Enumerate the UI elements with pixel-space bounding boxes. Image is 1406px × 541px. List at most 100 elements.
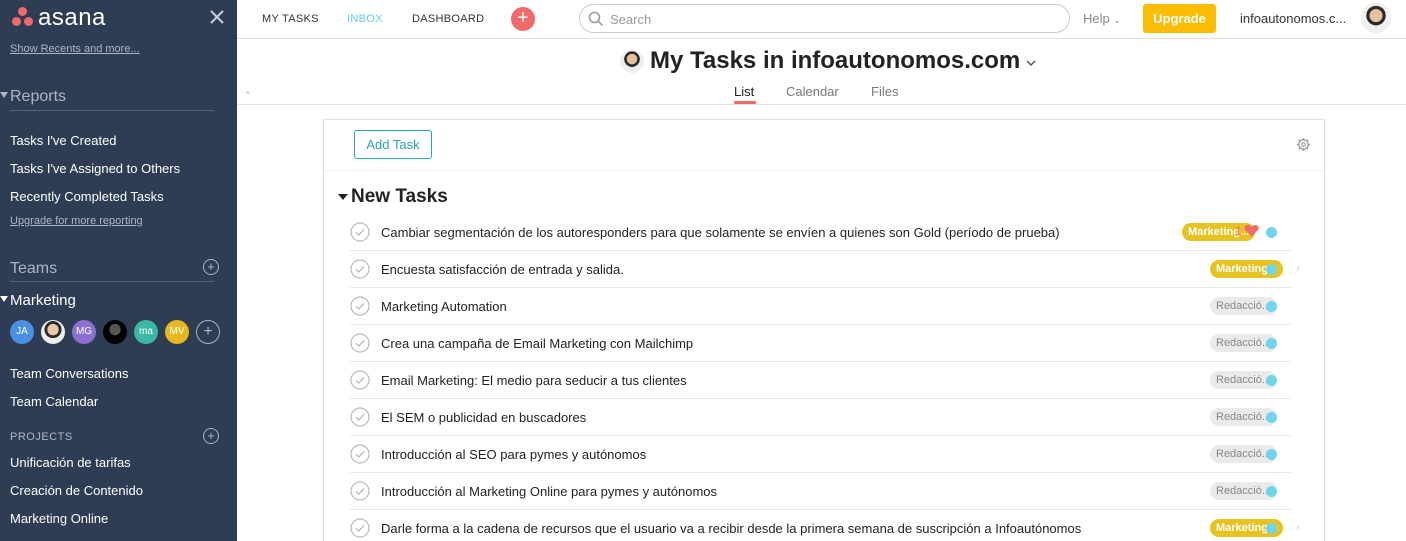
gear-icon[interactable] <box>1296 137 1311 152</box>
reports-heading[interactable]: Reports <box>10 88 66 106</box>
divider <box>10 281 214 282</box>
divider <box>10 110 214 111</box>
task-row[interactable]: Cambiar segmentación de los autoresponde… <box>350 214 1291 251</box>
project-item[interactable]: Unificación de tarifas <box>10 455 131 470</box>
task-name[interactable]: Introducción al Marketing Online para py… <box>381 484 717 499</box>
chevron-down-icon: ⌄ <box>1113 15 1121 25</box>
team-members: JA MG ma MV + <box>10 320 220 344</box>
task-row[interactable]: Email Marketing: El medio para seducir a… <box>350 362 1291 399</box>
chevron-right-icon[interactable]: › <box>1296 522 1300 534</box>
search-icon <box>588 11 604 27</box>
top-bar: MY TASKS INBOX DASHBOARD + Help ⌄ Upgrad… <box>237 0 1406 39</box>
project-color-dot <box>1266 375 1277 386</box>
complete-checkmark-icon[interactable] <box>350 518 370 538</box>
task-row[interactable]: Marketing Automation Redacció... <box>350 288 1291 325</box>
task-row[interactable]: Encuesta satisfacción de entrada y salid… <box>350 251 1300 288</box>
task-row[interactable]: Darle forma a la cadena de recursos que … <box>350 510 1300 541</box>
complete-checkmark-icon[interactable] <box>350 222 370 242</box>
reports-caret-icon[interactable] <box>0 92 8 98</box>
project-color-dot <box>1266 523 1277 534</box>
asana-logo-icon <box>10 7 36 29</box>
tab-list[interactable]: List <box>734 84 754 99</box>
upgrade-button[interactable]: Upgrade <box>1143 4 1216 33</box>
project-color-dot <box>1266 264 1277 275</box>
team-conversations-link[interactable]: Team Conversations <box>10 366 129 381</box>
page-title[interactable]: My Tasks in infoautonomos.com <box>650 47 1020 75</box>
complete-checkmark-icon[interactable] <box>350 296 370 316</box>
complete-checkmark-icon[interactable] <box>350 481 370 501</box>
nav-inbox[interactable]: INBOX <box>347 13 383 25</box>
help-menu[interactable]: Help ⌄ <box>1083 11 1121 26</box>
task-row[interactable]: Crea una campaña de Email Marketing con … <box>350 325 1291 362</box>
help-label: Help <box>1083 11 1110 26</box>
task-name[interactable]: Introducción al SEO para pymes y autónom… <box>381 447 646 462</box>
project-color-dot <box>1266 301 1277 312</box>
task-name[interactable]: Cambiar segmentación de los autoresponde… <box>381 225 1060 240</box>
divider <box>324 170 1324 171</box>
task-list-panel: Add Task New Tasks Cambiar segmentación … <box>323 119 1325 541</box>
upgrade-reporting-link[interactable]: Upgrade for more reporting <box>10 215 143 227</box>
task-row[interactable]: Introducción al SEO para pymes y autónom… <box>350 436 1291 473</box>
task-name[interactable]: Email Marketing: El medio para seducir a… <box>381 373 687 388</box>
member-avatar[interactable] <box>103 320 127 344</box>
team-caret-icon[interactable] <box>0 296 8 302</box>
complete-checkmark-icon[interactable] <box>350 444 370 464</box>
projects-heading: PROJECTS <box>10 431 73 443</box>
asana-logo[interactable]: asana <box>10 4 106 32</box>
brand-name: asana <box>38 4 106 31</box>
collapse-header-icon[interactable]: ⌃ <box>244 90 252 101</box>
quick-add-button[interactable]: + <box>511 7 535 31</box>
task-name[interactable]: Darle forma a la cadena de recursos que … <box>381 521 1081 536</box>
task-row[interactable]: Introducción al Marketing Online para py… <box>350 473 1291 510</box>
member-avatar[interactable] <box>41 320 65 344</box>
sidebar: asana Show Recents and more... Reports T… <box>0 0 237 541</box>
teams-heading: Teams <box>10 260 58 277</box>
nav-dashboard[interactable]: DASHBOARD <box>412 13 484 25</box>
divider <box>237 104 1406 105</box>
add-team-icon[interactable]: + <box>203 259 219 275</box>
report-recently-completed[interactable]: Recently Completed Tasks <box>10 189 164 204</box>
org-switcher[interactable]: infoautonomos.c... <box>1240 11 1355 26</box>
project-color-dot <box>1266 412 1277 423</box>
tab-calendar[interactable]: Calendar <box>786 84 839 99</box>
project-color-dot <box>1266 227 1277 238</box>
tab-files[interactable]: Files <box>871 84 898 99</box>
section-caret-icon <box>338 194 348 200</box>
add-task-button[interactable]: Add Task <box>354 130 432 159</box>
add-member-icon[interactable]: + <box>196 320 220 344</box>
nav-my-tasks[interactable]: MY TASKS <box>262 13 319 25</box>
task-name[interactable]: Encuesta satisfacción de entrada y salid… <box>381 262 624 277</box>
section-header[interactable]: New Tasks <box>338 186 448 208</box>
project-item[interactable]: Marketing Online <box>10 511 108 526</box>
show-recents-link[interactable]: Show Recents and more... <box>10 43 140 55</box>
complete-checkmark-icon[interactable] <box>350 259 370 279</box>
page-title-row: My Tasks in infoautonomos.com <box>620 46 1036 76</box>
search-input[interactable] <box>610 10 1050 28</box>
task-name[interactable]: Crea una campaña de Email Marketing con … <box>381 336 693 351</box>
complete-checkmark-icon[interactable] <box>350 407 370 427</box>
complete-checkmark-icon[interactable] <box>350 370 370 390</box>
project-color-dot <box>1266 449 1277 460</box>
owner-avatar <box>620 49 644 73</box>
heart-icon[interactable] <box>1244 224 1259 237</box>
task-row[interactable]: El SEM o publicidad en buscadores Redacci… <box>350 399 1291 436</box>
project-item[interactable]: Creación de Contenido <box>10 483 143 498</box>
search-box[interactable] <box>579 4 1070 33</box>
complete-checkmark-icon[interactable] <box>350 333 370 353</box>
report-tasks-created[interactable]: Tasks I've Created <box>10 133 117 148</box>
team-name[interactable]: Marketing <box>10 292 76 309</box>
report-tasks-assigned[interactable]: Tasks I've Assigned to Others <box>10 161 180 176</box>
user-avatar[interactable] <box>1361 3 1391 33</box>
member-avatar[interactable]: ma <box>134 320 158 344</box>
close-sidebar-icon[interactable] <box>209 9 225 25</box>
member-avatar[interactable]: JA <box>10 320 34 344</box>
member-avatar[interactable]: MG <box>72 320 96 344</box>
add-project-icon[interactable]: + <box>203 428 219 444</box>
team-calendar-link[interactable]: Team Calendar <box>10 394 98 409</box>
task-name[interactable]: Marketing Automation <box>381 299 507 314</box>
project-color-dot <box>1266 338 1277 349</box>
chevron-right-icon[interactable]: › <box>1296 263 1300 275</box>
chevron-down-icon[interactable] <box>1026 59 1036 67</box>
task-name[interactable]: El SEM o publicidad en buscadores <box>381 410 586 425</box>
member-avatar[interactable]: MV <box>165 320 189 344</box>
